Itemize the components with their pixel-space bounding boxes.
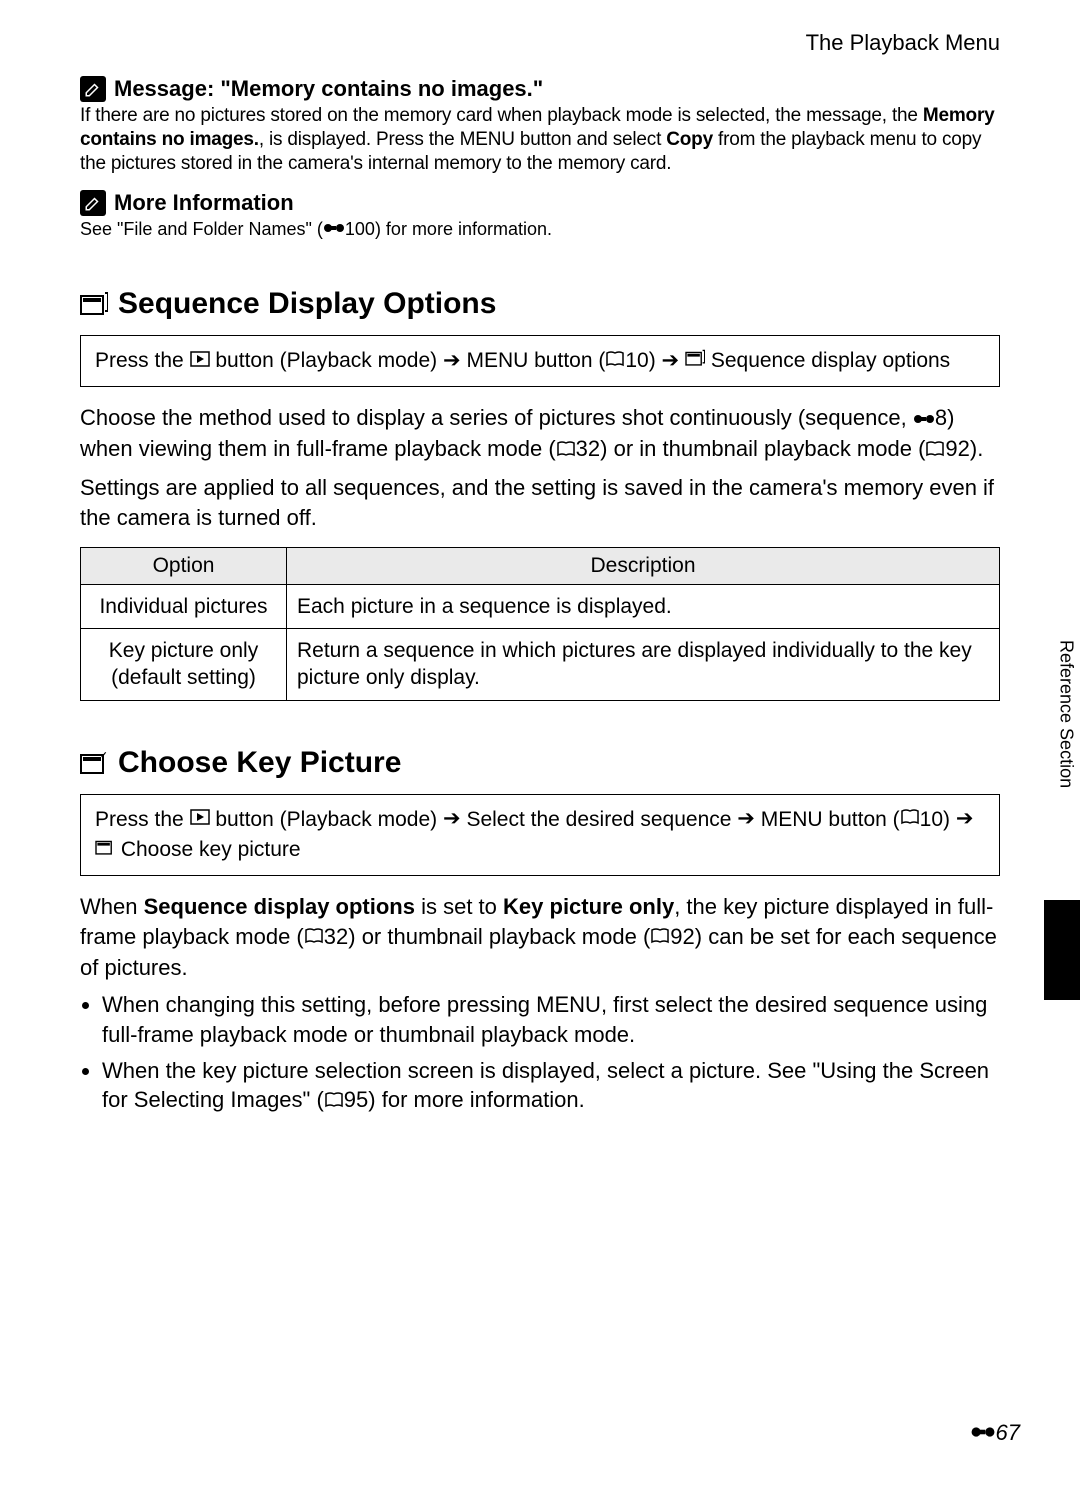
menu-text: MENU — [460, 129, 515, 150]
playback-button-icon — [190, 804, 210, 833]
note-memory-no-images: Message: "Memory contains no images." If… — [80, 76, 1000, 175]
page-number: 67 — [970, 1420, 1020, 1446]
table-cell: Return a sequence in which pictures are … — [287, 629, 1000, 701]
note-title: Message: "Memory contains no images." — [114, 76, 543, 102]
reference-link-icon — [323, 218, 345, 241]
key-picture-icon: ✓ — [80, 749, 108, 777]
book-icon — [605, 346, 625, 375]
bullet-list: When changing this setting, before press… — [80, 990, 1000, 1116]
section-title: Sequence Display Options — [118, 287, 496, 321]
arrow-right-icon: ➔ — [737, 804, 755, 833]
reference-link-icon — [913, 404, 935, 434]
book-icon — [650, 922, 670, 952]
playback-button-icon — [190, 346, 210, 375]
note-body: See "File and Folder Names" (100) for mo… — [80, 218, 1000, 242]
book-icon — [556, 435, 576, 465]
section-title: Choose Key Picture — [118, 746, 401, 780]
pencil-icon — [80, 76, 106, 102]
options-table: Option Description Individual pictures E… — [80, 547, 1000, 701]
sequence-icon — [80, 290, 108, 318]
side-tab: Reference Section — [1052, 640, 1080, 880]
table-cell: Each picture in a sequence is displayed. — [287, 584, 1000, 628]
table-header: Description — [287, 547, 1000, 584]
arrow-right-icon: ➔ — [443, 804, 461, 833]
arrow-right-icon: ➔ — [443, 346, 461, 375]
side-section-label: Reference Section — [1056, 640, 1077, 788]
paragraph: Settings are applied to all sequences, a… — [80, 473, 1000, 532]
paragraph: When Sequence display options is set to … — [80, 892, 1000, 982]
book-icon — [925, 435, 945, 465]
key-picture-icon — [95, 835, 115, 864]
book-icon — [900, 804, 920, 833]
table-cell: Individual pictures — [81, 584, 287, 628]
reference-link-icon — [970, 1420, 996, 1446]
pencil-icon — [80, 190, 106, 216]
note-more-information: More Information See "File and Folder Na… — [80, 190, 1000, 242]
list-item: When the key picture selection screen is… — [102, 1056, 1000, 1117]
arrow-right-icon: ➔ — [956, 804, 974, 833]
table-row: Key picture only(default setting) Return… — [81, 629, 1000, 701]
table-header: Option — [81, 547, 287, 584]
paragraph: Choose the method used to display a seri… — [80, 403, 1000, 465]
note-title: More Information — [114, 190, 294, 216]
table-row: Individual pictures Each picture in a se… — [81, 584, 1000, 628]
note-body: If there are no pictures stored on the m… — [80, 104, 1000, 175]
book-icon — [304, 922, 324, 952]
section-sequence-display-options: Sequence Display Options Press the butto… — [80, 287, 1000, 700]
nav-breadcrumb: Press the button (Playback mode) ➔ Selec… — [80, 794, 1000, 876]
nav-breadcrumb: Press the button (Playback mode) ➔ MENU … — [80, 335, 1000, 387]
table-cell: Key picture only(default setting) — [81, 629, 287, 701]
arrow-right-icon: ➔ — [662, 346, 680, 375]
book-icon — [324, 1086, 344, 1116]
page-section-header: The Playback Menu — [80, 30, 1000, 56]
sequence-icon — [685, 346, 705, 375]
section-choose-key-picture: ✓ Choose Key Picture Press the button (P… — [80, 746, 1000, 1117]
svg-text:✓: ✓ — [100, 750, 108, 760]
list-item: When changing this setting, before press… — [102, 990, 1000, 1049]
thumb-index-tab — [1044, 900, 1080, 1000]
